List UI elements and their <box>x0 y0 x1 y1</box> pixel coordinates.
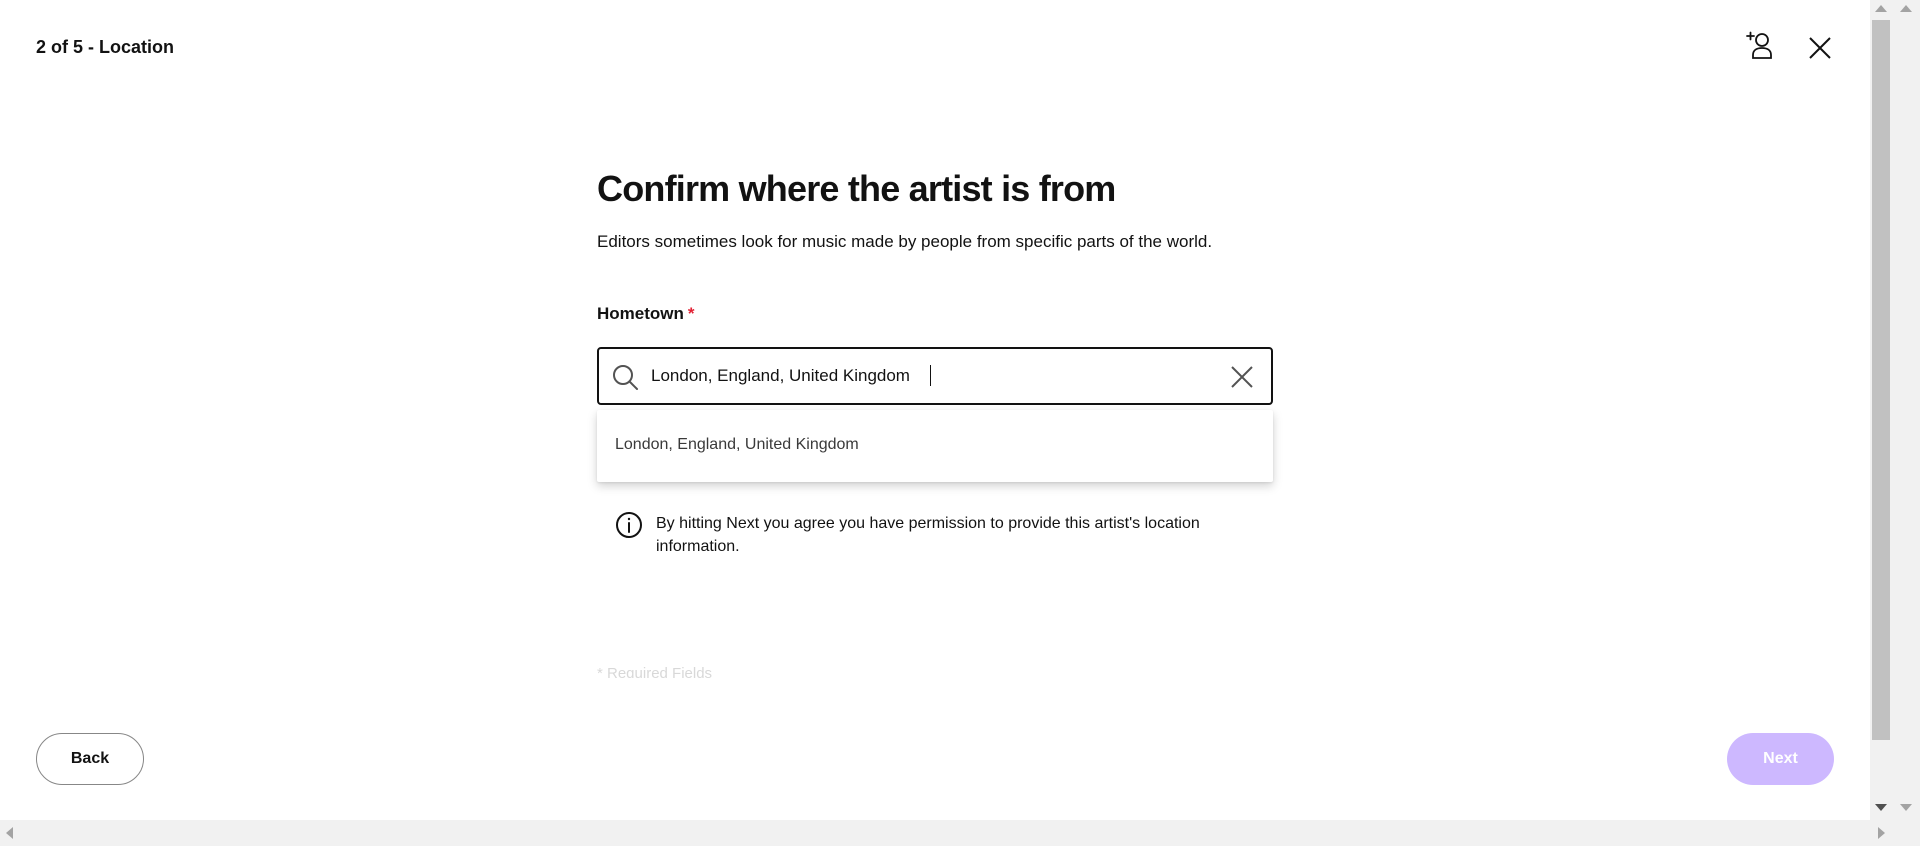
outer-vertical-scrollbar[interactable] <box>1892 0 1920 820</box>
vertical-scrollbar[interactable] <box>1870 0 1892 820</box>
scroll-up-arrow-icon[interactable] <box>1875 5 1887 12</box>
required-fields-note: * Required Fields <box>597 665 713 678</box>
suggestions-dropdown: London, England, United Kingdom <box>597 410 1273 482</box>
hometown-input[interactable] <box>651 359 1191 393</box>
location-step-page: 2 of 5 - Location Confirm where the arti… <box>0 0 1870 820</box>
close-icon[interactable] <box>1806 34 1834 62</box>
scroll-down-arrow-icon[interactable] <box>1875 804 1887 811</box>
step-title: 2 of 5 - Location <box>36 37 175 57</box>
hometown-label: Hometown * <box>597 304 695 324</box>
clear-icon[interactable] <box>1229 364 1255 390</box>
required-marker: * <box>687 304 695 323</box>
permission-text: By hitting Next you agree you have permi… <box>656 515 1200 555</box>
outer-scroll-up-arrow-icon[interactable] <box>1900 5 1912 12</box>
add-user-icon[interactable] <box>1745 30 1777 60</box>
scrollbar-corner <box>1892 820 1920 846</box>
horizontal-scrollbar[interactable] <box>0 820 1892 846</box>
scroll-right-arrow-icon[interactable] <box>1878 827 1885 839</box>
search-icon <box>613 365 638 390</box>
vertical-scrollbar-thumb[interactable] <box>1872 20 1890 740</box>
back-button[interactable]: Back <box>36 733 144 785</box>
page-heading: Confirm where the artist is from <box>597 168 1116 209</box>
info-icon <box>616 512 642 538</box>
next-button[interactable]: Next <box>1727 733 1834 785</box>
suggestion-item[interactable]: London, England, United Kingdom <box>615 436 859 454</box>
page-subtitle: Editors sometimes look for music made by… <box>597 232 1213 251</box>
hometown-search-box[interactable] <box>597 347 1273 405</box>
outer-scroll-down-arrow-icon[interactable] <box>1900 804 1912 811</box>
scroll-left-arrow-icon[interactable] <box>6 827 13 839</box>
text-caret <box>930 365 931 386</box>
hometown-label-text: Hometown <box>597 304 684 323</box>
